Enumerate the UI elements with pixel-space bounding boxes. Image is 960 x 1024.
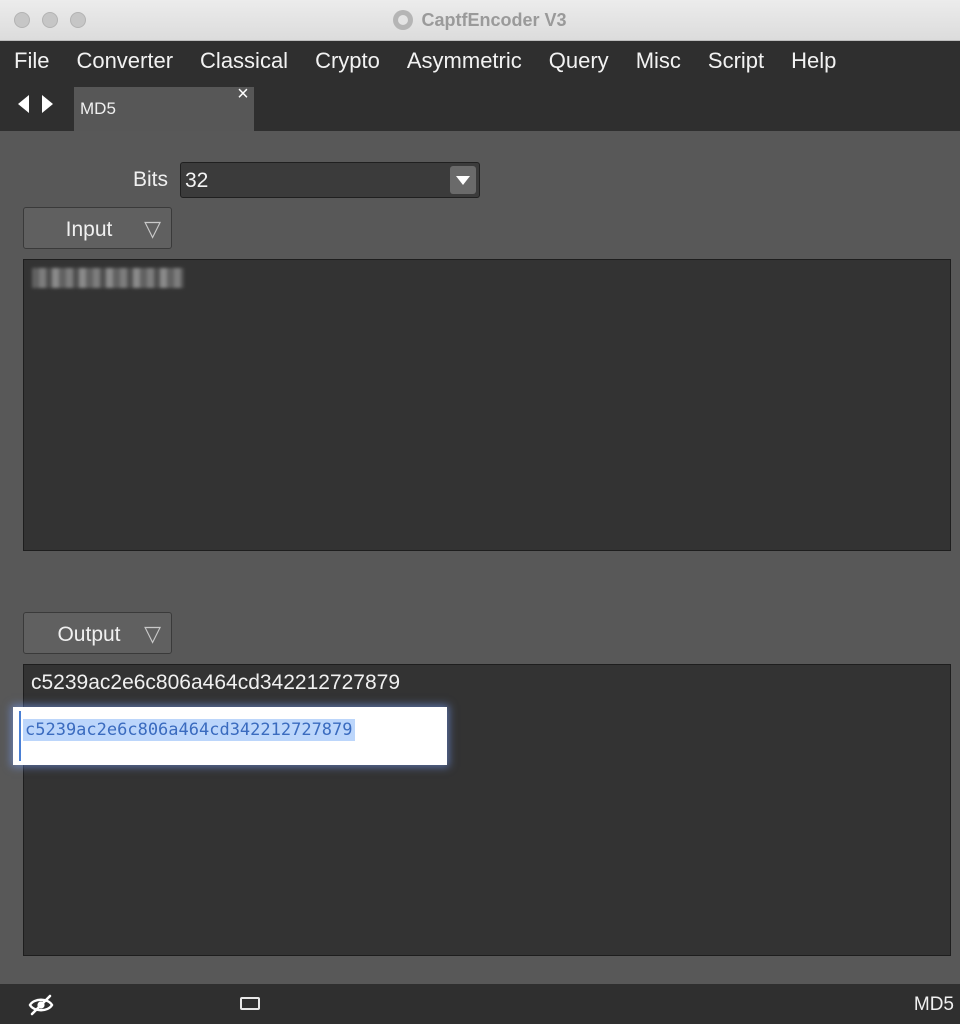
tab-md5[interactable]: MD5 × (74, 84, 254, 131)
bits-label: Bits (132, 168, 168, 191)
triangle-down-icon: ▽ (144, 216, 161, 241)
output-text: c5239ac2e6c806a464cd342212727879 (31, 671, 401, 694)
input-textarea[interactable] (23, 259, 951, 551)
eye-slash-icon[interactable] (28, 992, 54, 1018)
menu-asymmetric[interactable]: Asymmetric (392, 41, 534, 81)
arrow-left-icon[interactable] (18, 95, 29, 113)
chevron-down-icon[interactable] (450, 166, 476, 194)
rectangle-icon[interactable] (240, 997, 260, 1010)
menu-query[interactable]: Query (534, 41, 621, 81)
window-title-group: CaptfEncoder V3 (0, 0, 960, 40)
selected-output-text: c5239ac2e6c806a464cd342212727879 (23, 719, 355, 741)
bits-select[interactable]: 32 (180, 162, 480, 198)
menu-help[interactable]: Help (776, 41, 848, 81)
menu-file[interactable]: File (0, 41, 61, 81)
arrow-right-icon[interactable] (42, 95, 53, 113)
menu-classical[interactable]: Classical (185, 41, 300, 81)
menu-crypto[interactable]: Crypto (300, 41, 392, 81)
title-bar: CaptfEncoder V3 (0, 0, 960, 41)
input-button-label: Input (65, 218, 113, 241)
app-window: CaptfEncoder V3 File Converter Classical… (0, 0, 960, 1024)
app-logo-icon (393, 10, 414, 30)
menu-script[interactable]: Script (693, 41, 776, 81)
status-bar (0, 984, 960, 1024)
menu-bar: File Converter Classical Crypto Asymmetr… (0, 41, 960, 81)
menu-converter[interactable]: Converter (61, 41, 185, 81)
tab-md5-label: MD5 (80, 99, 116, 118)
output-dropdown-button[interactable]: Output ▽ (23, 612, 172, 654)
text-caret (19, 711, 21, 761)
status-label: MD5 (913, 994, 954, 1015)
input-dropdown-button[interactable]: Input ▽ (23, 207, 172, 249)
window-title: CaptfEncoder V3 (421, 9, 567, 30)
redacted-input-text (32, 268, 184, 288)
bits-value: 32 (185, 169, 209, 192)
menu-misc[interactable]: Misc (621, 41, 693, 81)
output-button-label: Output (57, 623, 121, 646)
triangle-down-icon: ▽ (144, 621, 161, 646)
close-icon[interactable]: × (234, 84, 252, 104)
selected-text-overlay[interactable]: c5239ac2e6c806a464cd342212727879 (13, 707, 447, 765)
